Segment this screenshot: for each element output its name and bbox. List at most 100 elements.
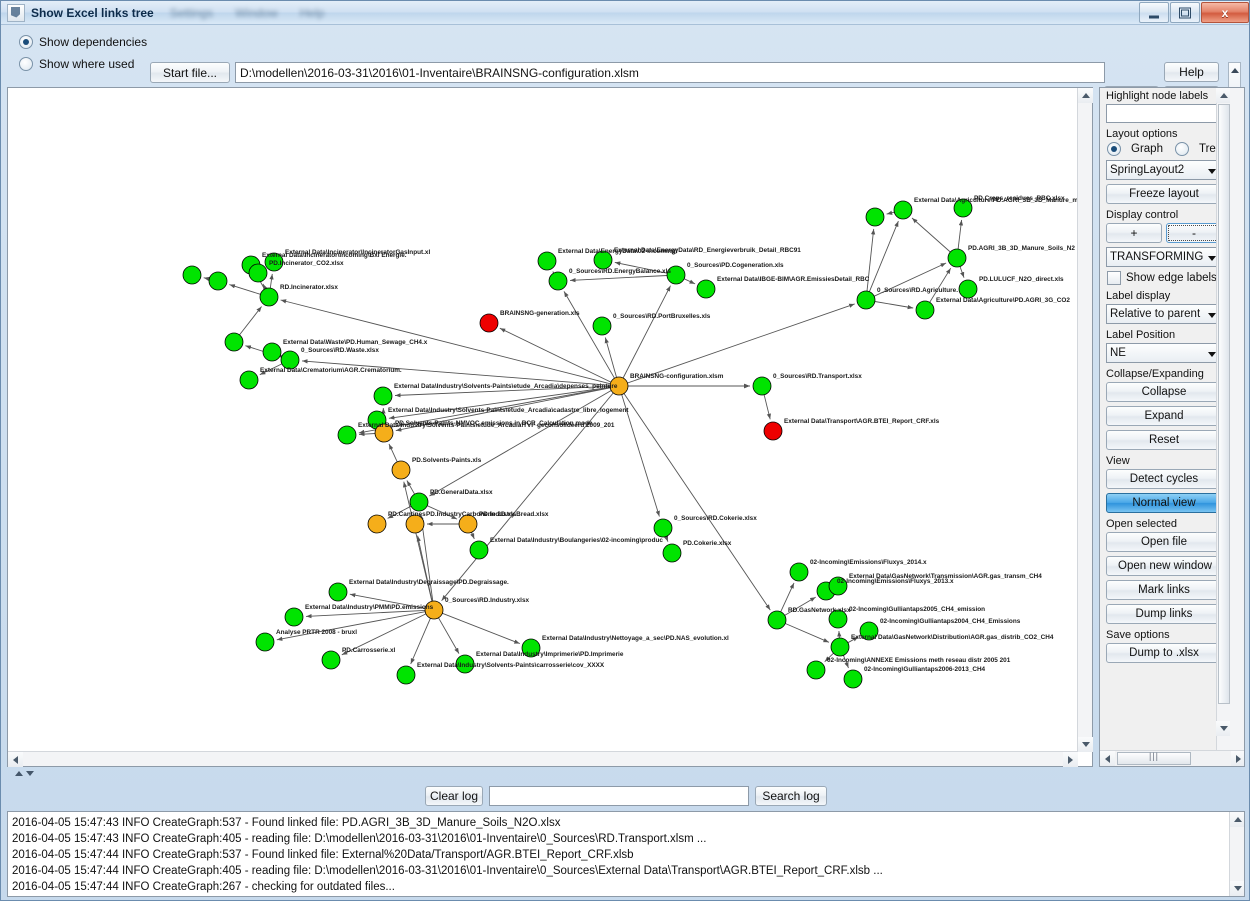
- show-edge-labels-checkbox[interactable]: [1107, 271, 1121, 285]
- menu-bar[interactable]: Settings Window Help: [170, 6, 325, 20]
- menu-item-help[interactable]: Help: [300, 6, 325, 20]
- sidebar-scroll-down-button[interactable]: [1216, 721, 1230, 736]
- graph-vertical-scrollbar[interactable]: [1077, 88, 1093, 752]
- graph-node[interactable]: [262, 342, 282, 362]
- highlight-node-labels-input[interactable]: [1106, 104, 1222, 123]
- minimize-button[interactable]: [1139, 2, 1169, 23]
- normal-view-button[interactable]: Normal view: [1106, 493, 1222, 513]
- graph-node[interactable]: [182, 265, 202, 285]
- detect-cycles-button[interactable]: Detect cycles: [1106, 469, 1222, 489]
- menu-item-window[interactable]: Window: [235, 6, 278, 20]
- radio-show-where-used[interactable]: Show where used: [19, 57, 134, 71]
- graph-node[interactable]: [752, 376, 772, 396]
- graph-node[interactable]: [662, 543, 682, 563]
- sidebar-vertical-scrollbar[interactable]: [1216, 88, 1231, 752]
- layout-algorithm-select[interactable]: SpringLayout2: [1106, 160, 1222, 180]
- graph-node[interactable]: [696, 279, 716, 299]
- radio-tree-icon[interactable]: [1174, 142, 1189, 156]
- open-new-window-button[interactable]: Open new window: [1106, 556, 1224, 576]
- graph-node[interactable]: [548, 271, 568, 291]
- graph-node[interactable]: [337, 425, 357, 445]
- close-button[interactable]: x: [1201, 2, 1249, 23]
- start-file-button[interactable]: Start file...: [150, 62, 230, 83]
- splitter-down-icon[interactable]: [26, 771, 34, 776]
- zoom-out-button[interactable]: -: [1166, 223, 1222, 243]
- freeze-layout-button[interactable]: Freeze layout: [1106, 184, 1222, 204]
- mark-links-button[interactable]: Mark links: [1106, 580, 1222, 600]
- graph-node[interactable]: [479, 313, 499, 333]
- label-position-select[interactable]: NE: [1106, 343, 1222, 363]
- sidebar-scroll-right-button[interactable]: [1231, 751, 1244, 766]
- spinner-up-icon[interactable]: [1231, 68, 1239, 73]
- graph-node[interactable]: [224, 332, 244, 352]
- open-file-button[interactable]: Open file: [1106, 532, 1222, 552]
- graph-node[interactable]: [239, 370, 259, 390]
- graph-node[interactable]: [255, 632, 275, 652]
- dump-to-xlsx-button[interactable]: Dump to .xlsx: [1106, 643, 1222, 663]
- graph-node[interactable]: [248, 263, 268, 283]
- graph-node[interactable]: [830, 637, 850, 657]
- graph-node[interactable]: [893, 200, 913, 220]
- log-vertical-scrollbar[interactable]: [1229, 812, 1244, 896]
- collapse-button[interactable]: Collapse: [1106, 382, 1222, 402]
- graph-node[interactable]: [537, 251, 557, 271]
- label-display-select[interactable]: Relative to parent: [1106, 304, 1222, 324]
- graph-node[interactable]: [789, 562, 809, 582]
- graph-node[interactable]: [321, 650, 341, 670]
- sidebar-hscroll-thumb[interactable]: [1117, 752, 1191, 765]
- graph-scroll-down-button[interactable]: [1078, 737, 1093, 752]
- graph-node[interactable]: [367, 514, 387, 534]
- radio-graph-icon[interactable]: [1107, 142, 1121, 156]
- sidebar-horizontal-scrollbar[interactable]: [1100, 750, 1244, 766]
- graph-node[interactable]: [947, 248, 967, 268]
- splitter-handle[interactable]: [15, 771, 34, 776]
- graph-node[interactable]: [208, 271, 228, 291]
- graph-node[interactable]: [865, 207, 885, 227]
- graph-scroll-right-button[interactable]: [1063, 752, 1078, 767]
- graph-node[interactable]: [653, 518, 673, 538]
- graph-canvas[interactable]: External Data\Incinerator\Incoming\Bxl E…: [8, 88, 1078, 752]
- maximize-button[interactable]: [1170, 2, 1200, 23]
- graph-node[interactable]: [409, 492, 429, 512]
- graph-node[interactable]: [328, 582, 348, 602]
- sidebar-scroll-thumb[interactable]: [1218, 104, 1230, 704]
- help-button[interactable]: Help: [1164, 62, 1219, 82]
- graph-node[interactable]: [806, 660, 826, 680]
- search-log-button[interactable]: Search log: [755, 786, 827, 806]
- radio-show-dependencies[interactable]: Show dependencies: [19, 35, 147, 49]
- graph-node[interactable]: [958, 279, 978, 299]
- graph-node[interactable]: [767, 610, 787, 630]
- zoom-in-button[interactable]: +: [1106, 223, 1162, 243]
- reset-button[interactable]: Reset: [1106, 430, 1222, 450]
- dependency-graph[interactable]: External Data\Incinerator\Incoming\Bxl E…: [8, 88, 1078, 752]
- graph-node[interactable]: [373, 386, 393, 406]
- graph-node[interactable]: [259, 287, 279, 307]
- log-search-input[interactable]: [489, 786, 749, 806]
- start-file-path-input[interactable]: D:\modellen\2016-03-31\2016\01-Inventair…: [235, 62, 1105, 83]
- sidebar-scroll-left-button[interactable]: [1100, 751, 1115, 766]
- log-panel[interactable]: 2016-04-05 15:47:43 INFO CreateGraph:537…: [7, 811, 1245, 897]
- clear-log-button[interactable]: Clear log: [425, 786, 483, 806]
- graph-node[interactable]: [915, 300, 935, 320]
- graph-scroll-left-button[interactable]: [8, 752, 23, 767]
- graph-node[interactable]: [391, 460, 411, 480]
- dump-links-button[interactable]: Dump links: [1106, 604, 1222, 624]
- log-scroll-down-button[interactable]: [1230, 881, 1244, 896]
- expand-button[interactable]: Expand: [1106, 406, 1222, 426]
- mouse-mode-select[interactable]: TRANSFORMING: [1106, 247, 1222, 267]
- graph-scroll-up-button[interactable]: [1078, 88, 1093, 103]
- show-edge-labels-row[interactable]: Show edge labels: [1107, 271, 1224, 285]
- menu-item-settings[interactable]: Settings: [170, 6, 213, 20]
- graph-horizontal-scrollbar[interactable]: [8, 751, 1078, 767]
- graph-node[interactable]: [592, 316, 612, 336]
- splitter-up-icon[interactable]: [15, 771, 23, 776]
- sidebar-scroll-up-button[interactable]: [1216, 88, 1230, 103]
- graph-node[interactable]: [284, 607, 304, 627]
- graph-node[interactable]: [469, 540, 489, 560]
- graph-node[interactable]: [856, 290, 876, 310]
- graph-node[interactable]: [763, 421, 783, 441]
- log-scroll-up-button[interactable]: [1230, 812, 1244, 827]
- graph-node[interactable]: [396, 665, 416, 685]
- graph-panel[interactable]: External Data\Incinerator\Incoming\Bxl E…: [7, 87, 1093, 767]
- graph-node[interactable]: [843, 669, 863, 689]
